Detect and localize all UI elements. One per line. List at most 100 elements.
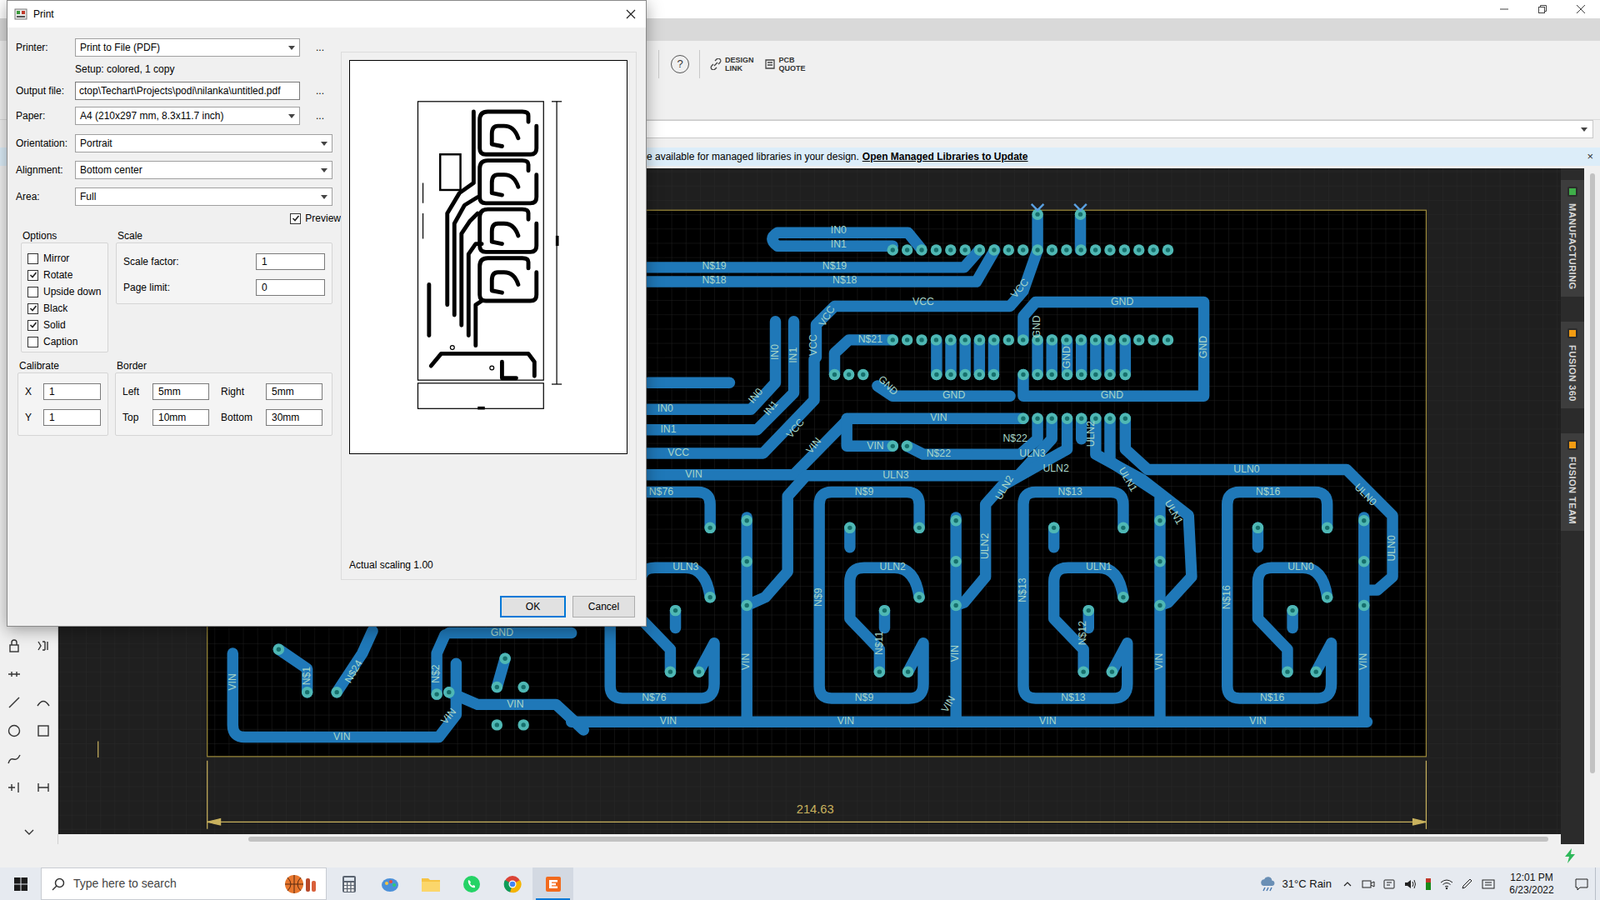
minimize-button[interactable] (1485, 0, 1524, 19)
pad[interactable] (665, 665, 676, 677)
pad[interactable] (1060, 334, 1072, 345)
pad[interactable] (740, 515, 752, 526)
taskbar-app[interactable] (410, 867, 451, 900)
pad[interactable] (1090, 334, 1101, 345)
orientation-select[interactable]: Portrait (75, 134, 333, 153)
taskbar-app[interactable] (491, 867, 533, 900)
coil-trace[interactable] (1154, 517, 1165, 722)
pad[interactable] (959, 334, 970, 345)
taskbar-app[interactable] (532, 867, 574, 900)
pad[interactable] (901, 244, 913, 255)
scale-input[interactable]: 0 (255, 279, 325, 296)
trace[interactable] (772, 232, 922, 250)
pad[interactable] (1104, 334, 1115, 345)
pad[interactable] (844, 522, 855, 534)
meet-icon[interactable] (1361, 878, 1375, 890)
printer-select[interactable]: Print to File (PDF) (75, 38, 300, 57)
option-checkbox[interactable] (27, 336, 39, 348)
border-input[interactable]: 10mm (152, 409, 210, 426)
pad[interactable] (1281, 665, 1293, 677)
coil-trace[interactable] (1023, 491, 1128, 699)
pad[interactable] (1017, 244, 1029, 255)
pad[interactable] (1017, 412, 1029, 424)
pad[interactable] (430, 688, 442, 700)
option-checkbox[interactable] (27, 270, 39, 281)
coil-trace[interactable] (1257, 567, 1327, 672)
coil-trace[interactable] (1358, 517, 1370, 722)
pad[interactable] (1045, 412, 1057, 424)
pad[interactable] (1117, 591, 1129, 603)
pad[interactable] (829, 369, 840, 380)
pad[interactable] (974, 369, 985, 380)
expand-chevron-icon[interactable] (23, 828, 35, 837)
option-row[interactable]: Upside down (21, 283, 108, 300)
pad[interactable] (1162, 334, 1174, 345)
paper-select[interactable]: A4 (210x297 mm, 8.3x11.7 inch) (75, 106, 300, 125)
trace[interactable] (336, 630, 373, 693)
pad[interactable] (950, 600, 961, 611)
border-input[interactable]: 5mm (265, 383, 323, 400)
coil-trace[interactable] (1227, 491, 1332, 699)
dialog-title-bar[interactable]: Print (7, 0, 646, 28)
browse-button[interactable]: ... (311, 85, 329, 96)
trace[interactable] (232, 653, 456, 737)
option-row[interactable]: Caption (21, 333, 108, 350)
search-box[interactable]: Type here to search (40, 867, 327, 900)
info-bar-close[interactable]: × (1586, 148, 1594, 165)
pad[interactable] (945, 369, 956, 380)
pad[interactable] (1154, 555, 1165, 567)
pad[interactable] (887, 334, 899, 345)
restore-button[interactable] (1523, 0, 1562, 19)
pad[interactable] (959, 244, 970, 255)
trace[interactable] (571, 715, 1368, 727)
option-row[interactable]: Black (21, 300, 108, 317)
miter-icon[interactable] (6, 666, 22, 682)
battery-icon[interactable] (1424, 877, 1433, 891)
scale-input[interactable]: 1 (255, 253, 325, 270)
trace[interactable] (449, 692, 585, 730)
pad[interactable] (1031, 412, 1043, 424)
option-row[interactable]: Solid (21, 316, 108, 334)
taskbar-app[interactable] (369, 867, 410, 900)
alignment-select[interactable]: Bottom center (75, 160, 333, 180)
pad[interactable] (930, 244, 942, 255)
preview-checkbox[interactable] (290, 213, 301, 225)
pad[interactable] (1046, 244, 1058, 255)
pad[interactable] (974, 244, 985, 255)
pad[interactable] (1117, 522, 1129, 534)
pad[interactable] (704, 522, 715, 534)
option-checkbox[interactable] (27, 320, 39, 331)
lock-icon[interactable] (6, 638, 22, 654)
rectangle-icon[interactable] (35, 723, 51, 739)
preview-toggle[interactable]: Preview (15, 210, 341, 227)
pad[interactable] (1133, 334, 1145, 345)
calibrate-input[interactable]: 1 (43, 409, 101, 426)
pad[interactable] (1061, 412, 1073, 424)
pad[interactable] (901, 440, 913, 452)
pad[interactable] (887, 244, 899, 255)
pad[interactable] (1120, 369, 1131, 380)
coil-trace[interactable] (740, 517, 752, 722)
pad[interactable] (1147, 334, 1159, 345)
border-input[interactable]: 30mm (265, 409, 323, 426)
option-row[interactable]: Rotate (21, 266, 108, 284)
pad[interactable] (1358, 600, 1370, 611)
pad[interactable] (902, 665, 914, 677)
pad[interactable] (1090, 244, 1101, 255)
pad[interactable] (1147, 244, 1159, 255)
show-desktop[interactable] (1595, 867, 1600, 900)
pad[interactable] (740, 600, 752, 611)
option-checkbox[interactable] (27, 303, 39, 315)
pad[interactable] (930, 334, 942, 345)
coil-trace[interactable] (950, 517, 961, 722)
pad[interactable] (879, 605, 890, 616)
option-checkbox[interactable] (27, 286, 39, 298)
pad[interactable] (974, 334, 985, 345)
pad[interactable] (1154, 600, 1165, 611)
pad[interactable] (491, 719, 503, 730)
dimension[interactable] (98, 740, 1427, 829)
cancel-button[interactable]: Cancel (572, 595, 635, 618)
pad[interactable] (1358, 515, 1370, 526)
ok-button[interactable]: OK (500, 595, 566, 618)
pad[interactable] (517, 719, 529, 730)
